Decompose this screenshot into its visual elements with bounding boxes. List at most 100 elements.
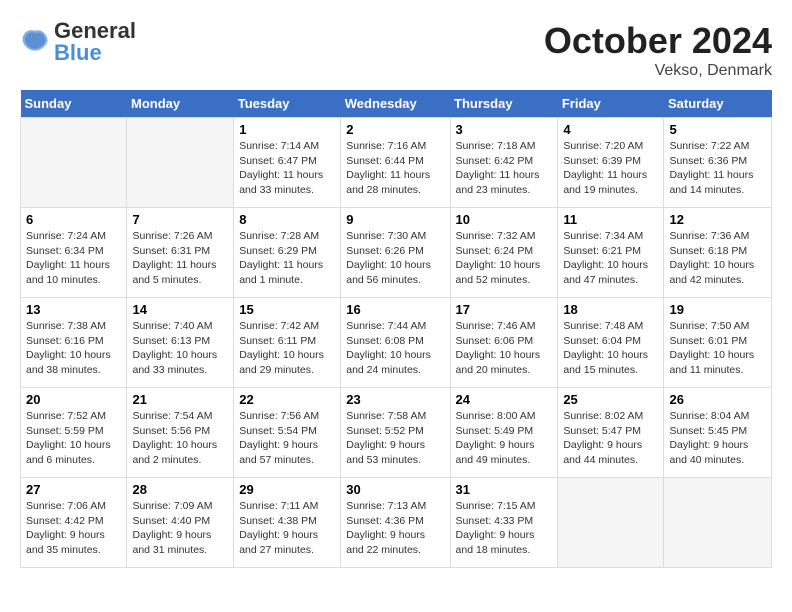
calendar-week-row: 1 Sunrise: 7:14 AM Sunset: 6:47 PM Dayli… [21, 118, 772, 208]
calendar-cell: 5 Sunrise: 7:22 AM Sunset: 6:36 PM Dayli… [664, 118, 772, 208]
day-detail: Sunrise: 8:02 AM Sunset: 5:47 PM Dayligh… [563, 409, 658, 468]
day-detail: Sunrise: 7:09 AM Sunset: 4:40 PM Dayligh… [132, 499, 228, 558]
weekday-header-tuesday: Tuesday [234, 90, 341, 118]
day-detail: Sunrise: 7:13 AM Sunset: 4:36 PM Dayligh… [346, 499, 444, 558]
page-header: General Blue October 2024 Vekso, Denmark [20, 20, 772, 80]
calendar-table: SundayMondayTuesdayWednesdayThursdayFrid… [20, 90, 772, 568]
day-number: 9 [346, 212, 444, 227]
day-detail: Sunrise: 7:46 AM Sunset: 6:06 PM Dayligh… [456, 319, 553, 378]
calendar-cell: 31 Sunrise: 7:15 AM Sunset: 4:33 PM Dayl… [450, 478, 558, 568]
day-number: 20 [26, 392, 121, 407]
day-detail: Sunrise: 7:24 AM Sunset: 6:34 PM Dayligh… [26, 229, 121, 288]
day-number: 21 [132, 392, 228, 407]
calendar-cell: 4 Sunrise: 7:20 AM Sunset: 6:39 PM Dayli… [558, 118, 664, 208]
calendar-cell: 10 Sunrise: 7:32 AM Sunset: 6:24 PM Dayl… [450, 208, 558, 298]
day-detail: Sunrise: 7:11 AM Sunset: 4:38 PM Dayligh… [239, 499, 335, 558]
day-number: 5 [669, 122, 766, 137]
day-detail: Sunrise: 7:42 AM Sunset: 6:11 PM Dayligh… [239, 319, 335, 378]
logo-line2: Blue [54, 42, 136, 64]
day-detail: Sunrise: 7:50 AM Sunset: 6:01 PM Dayligh… [669, 319, 766, 378]
day-number: 2 [346, 122, 444, 137]
calendar-subtitle: Vekso, Denmark [544, 62, 772, 80]
weekday-header-wednesday: Wednesday [341, 90, 450, 118]
calendar-cell [664, 478, 772, 568]
day-detail: Sunrise: 7:52 AM Sunset: 5:59 PM Dayligh… [26, 409, 121, 468]
calendar-cell: 15 Sunrise: 7:42 AM Sunset: 6:11 PM Dayl… [234, 298, 341, 388]
calendar-cell: 6 Sunrise: 7:24 AM Sunset: 6:34 PM Dayli… [21, 208, 127, 298]
day-number: 22 [239, 392, 335, 407]
logo-line1: General [54, 20, 136, 42]
calendar-cell: 16 Sunrise: 7:44 AM Sunset: 6:08 PM Dayl… [341, 298, 450, 388]
day-detail: Sunrise: 8:00 AM Sunset: 5:49 PM Dayligh… [456, 409, 553, 468]
day-detail: Sunrise: 7:48 AM Sunset: 6:04 PM Dayligh… [563, 319, 658, 378]
day-number: 28 [132, 482, 228, 497]
calendar-cell [21, 118, 127, 208]
calendar-cell: 19 Sunrise: 7:50 AM Sunset: 6:01 PM Dayl… [664, 298, 772, 388]
logo: General Blue [20, 20, 136, 64]
calendar-week-row: 27 Sunrise: 7:06 AM Sunset: 4:42 PM Dayl… [21, 478, 772, 568]
weekday-header-thursday: Thursday [450, 90, 558, 118]
calendar-cell: 12 Sunrise: 7:36 AM Sunset: 6:18 PM Dayl… [664, 208, 772, 298]
calendar-cell: 20 Sunrise: 7:52 AM Sunset: 5:59 PM Dayl… [21, 388, 127, 478]
day-number: 8 [239, 212, 335, 227]
calendar-cell: 13 Sunrise: 7:38 AM Sunset: 6:16 PM Dayl… [21, 298, 127, 388]
day-number: 26 [669, 392, 766, 407]
day-detail: Sunrise: 7:54 AM Sunset: 5:56 PM Dayligh… [132, 409, 228, 468]
calendar-cell: 17 Sunrise: 7:46 AM Sunset: 6:06 PM Dayl… [450, 298, 558, 388]
calendar-cell [558, 478, 664, 568]
calendar-week-row: 13 Sunrise: 7:38 AM Sunset: 6:16 PM Dayl… [21, 298, 772, 388]
calendar-cell: 8 Sunrise: 7:28 AM Sunset: 6:29 PM Dayli… [234, 208, 341, 298]
calendar-cell: 11 Sunrise: 7:34 AM Sunset: 6:21 PM Dayl… [558, 208, 664, 298]
calendar-cell: 24 Sunrise: 8:00 AM Sunset: 5:49 PM Dayl… [450, 388, 558, 478]
day-number: 23 [346, 392, 444, 407]
day-detail: Sunrise: 7:30 AM Sunset: 6:26 PM Dayligh… [346, 229, 444, 288]
day-number: 16 [346, 302, 444, 317]
title-block: October 2024 Vekso, Denmark [544, 20, 772, 80]
day-detail: Sunrise: 7:58 AM Sunset: 5:52 PM Dayligh… [346, 409, 444, 468]
calendar-cell: 23 Sunrise: 7:58 AM Sunset: 5:52 PM Dayl… [341, 388, 450, 478]
day-number: 15 [239, 302, 335, 317]
day-detail: Sunrise: 7:22 AM Sunset: 6:36 PM Dayligh… [669, 139, 766, 198]
calendar-cell: 1 Sunrise: 7:14 AM Sunset: 6:47 PM Dayli… [234, 118, 341, 208]
calendar-cell: 26 Sunrise: 8:04 AM Sunset: 5:45 PM Dayl… [664, 388, 772, 478]
day-number: 10 [456, 212, 553, 227]
day-number: 6 [26, 212, 121, 227]
calendar-week-row: 20 Sunrise: 7:52 AM Sunset: 5:59 PM Dayl… [21, 388, 772, 478]
weekday-header-saturday: Saturday [664, 90, 772, 118]
day-number: 12 [669, 212, 766, 227]
calendar-cell: 3 Sunrise: 7:18 AM Sunset: 6:42 PM Dayli… [450, 118, 558, 208]
calendar-cell: 22 Sunrise: 7:56 AM Sunset: 5:54 PM Dayl… [234, 388, 341, 478]
day-number: 19 [669, 302, 766, 317]
weekday-header-friday: Friday [558, 90, 664, 118]
calendar-cell: 7 Sunrise: 7:26 AM Sunset: 6:31 PM Dayli… [127, 208, 234, 298]
calendar-title: October 2024 [544, 20, 772, 62]
calendar-cell: 21 Sunrise: 7:54 AM Sunset: 5:56 PM Dayl… [127, 388, 234, 478]
calendar-cell: 25 Sunrise: 8:02 AM Sunset: 5:47 PM Dayl… [558, 388, 664, 478]
day-detail: Sunrise: 7:14 AM Sunset: 6:47 PM Dayligh… [239, 139, 335, 198]
day-detail: Sunrise: 7:18 AM Sunset: 6:42 PM Dayligh… [456, 139, 553, 198]
calendar-cell: 30 Sunrise: 7:13 AM Sunset: 4:36 PM Dayl… [341, 478, 450, 568]
day-number: 4 [563, 122, 658, 137]
day-number: 17 [456, 302, 553, 317]
day-number: 13 [26, 302, 121, 317]
weekday-header-monday: Monday [127, 90, 234, 118]
day-number: 18 [563, 302, 658, 317]
calendar-cell: 2 Sunrise: 7:16 AM Sunset: 6:44 PM Dayli… [341, 118, 450, 208]
calendar-week-row: 6 Sunrise: 7:24 AM Sunset: 6:34 PM Dayli… [21, 208, 772, 298]
day-detail: Sunrise: 8:04 AM Sunset: 5:45 PM Dayligh… [669, 409, 766, 468]
weekday-header-row: SundayMondayTuesdayWednesdayThursdayFrid… [21, 90, 772, 118]
day-number: 24 [456, 392, 553, 407]
calendar-cell: 29 Sunrise: 7:11 AM Sunset: 4:38 PM Dayl… [234, 478, 341, 568]
day-detail: Sunrise: 7:15 AM Sunset: 4:33 PM Dayligh… [456, 499, 553, 558]
day-number: 25 [563, 392, 658, 407]
day-number: 29 [239, 482, 335, 497]
calendar-cell: 18 Sunrise: 7:48 AM Sunset: 6:04 PM Dayl… [558, 298, 664, 388]
day-number: 30 [346, 482, 444, 497]
day-detail: Sunrise: 7:56 AM Sunset: 5:54 PM Dayligh… [239, 409, 335, 468]
day-number: 11 [563, 212, 658, 227]
day-detail: Sunrise: 7:44 AM Sunset: 6:08 PM Dayligh… [346, 319, 444, 378]
day-detail: Sunrise: 7:06 AM Sunset: 4:42 PM Dayligh… [26, 499, 121, 558]
day-detail: Sunrise: 7:32 AM Sunset: 6:24 PM Dayligh… [456, 229, 553, 288]
logo-text: General Blue [54, 20, 136, 64]
day-detail: Sunrise: 7:28 AM Sunset: 6:29 PM Dayligh… [239, 229, 335, 288]
